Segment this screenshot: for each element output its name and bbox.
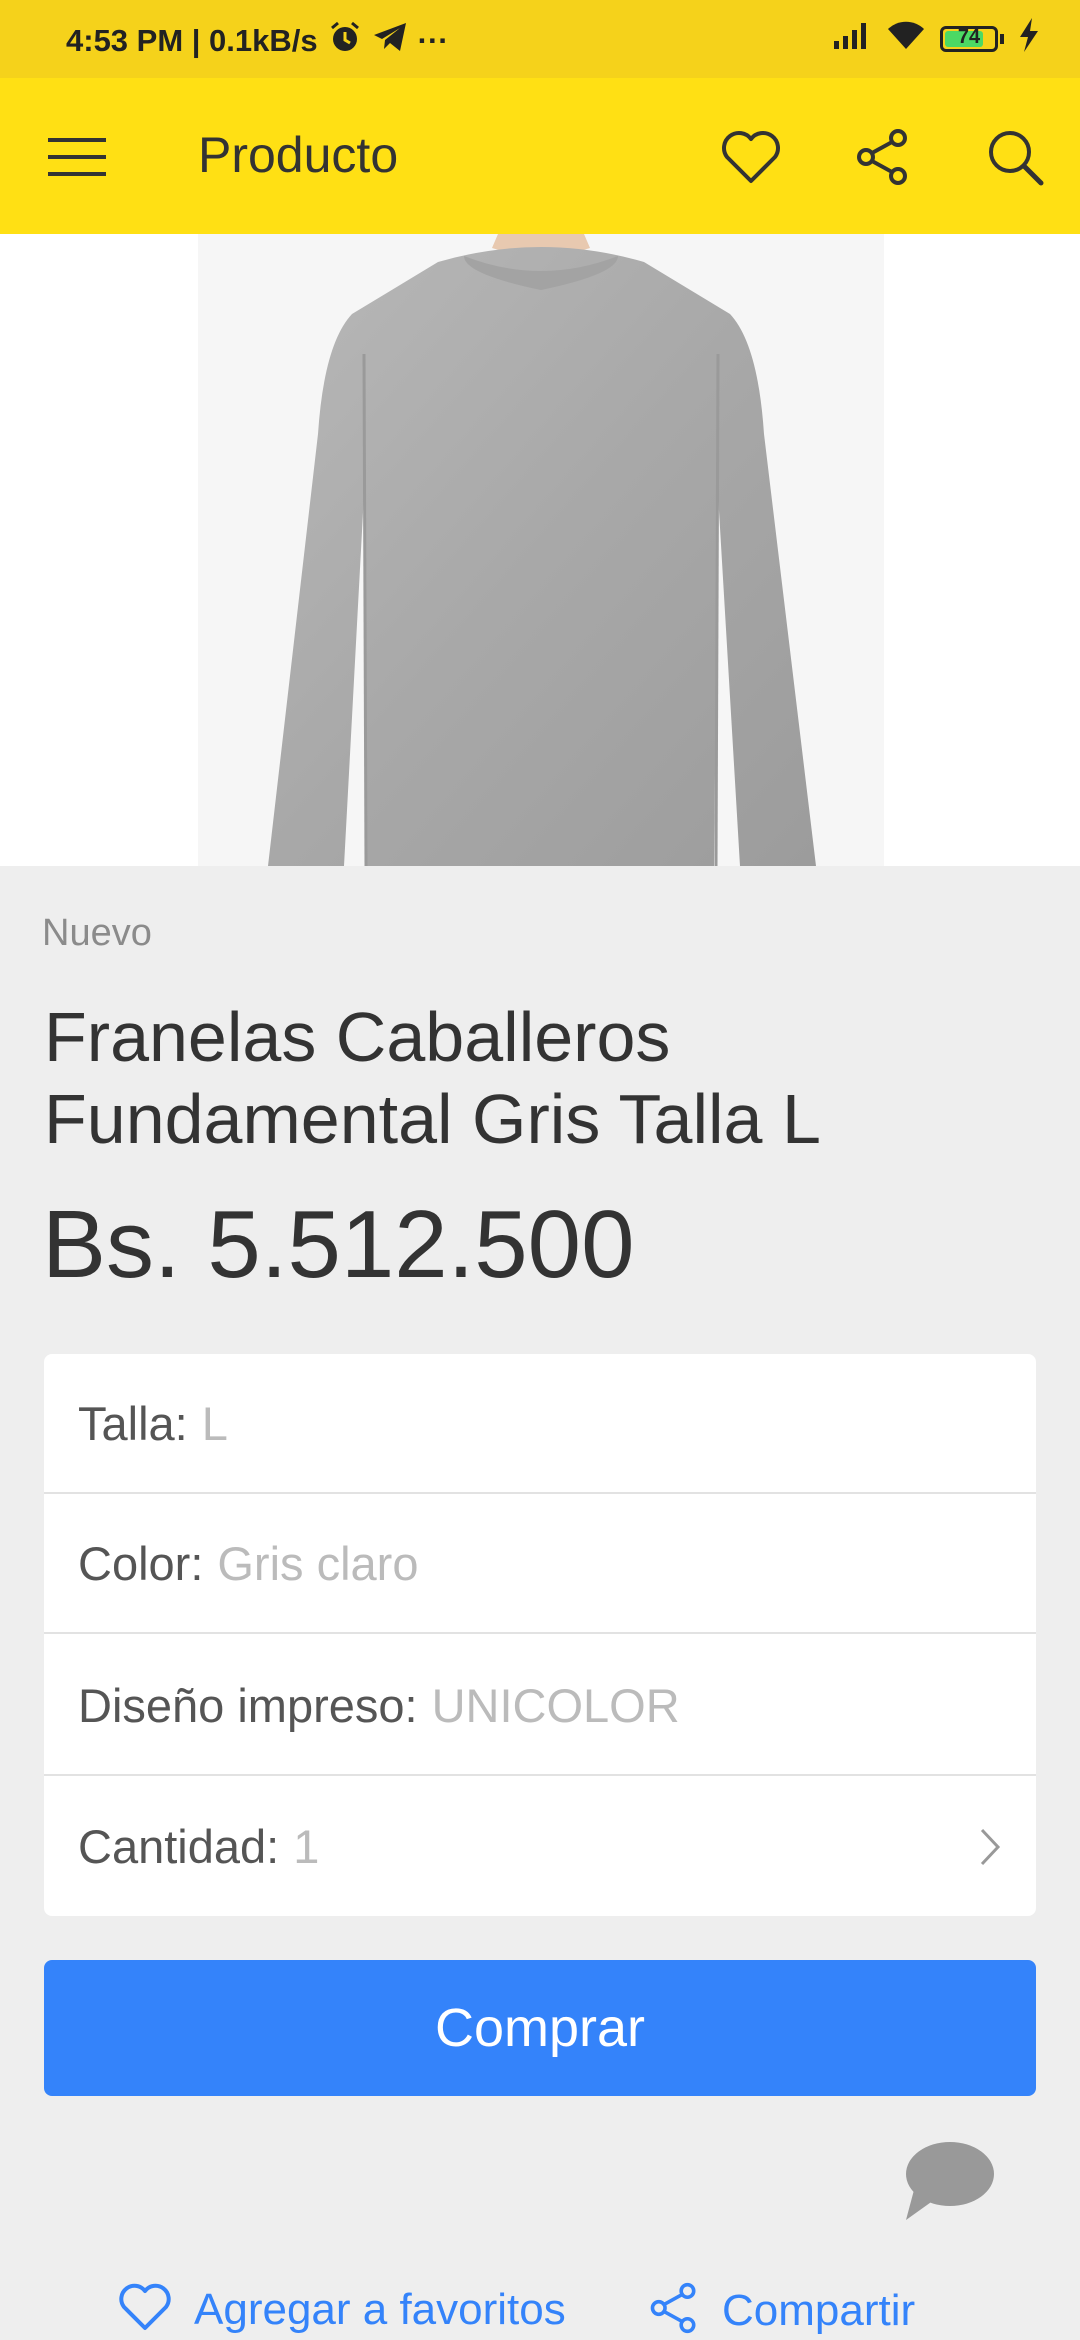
variation-value: L <box>201 1396 228 1450</box>
variation-label: Talla: <box>78 1396 188 1450</box>
share-label: Compartir <box>722 2285 916 2335</box>
share-icon <box>648 2282 700 2339</box>
add-to-favorites-link[interactable]: Agregar a favoritos <box>118 2282 566 2337</box>
wifi-icon <box>886 19 926 59</box>
chat-icon[interactable] <box>900 2138 996 2227</box>
page-title: Producto <box>198 127 399 183</box>
buy-button[interactable]: Comprar <box>44 1960 1036 2096</box>
heart-icon <box>118 2282 172 2337</box>
variation-label: Color: <box>78 1536 204 1590</box>
variation-color[interactable]: Color: Gris claro <box>44 1494 1036 1634</box>
chevron-right-icon <box>978 1824 1002 1879</box>
variation-label: Diseño impreso: <box>78 1678 418 1732</box>
variation-value: Gris claro <box>217 1536 419 1590</box>
product-image-carousel[interactable] <box>0 234 1080 866</box>
variation-print-design[interactable]: Diseño impreso: UNICOLOR <box>44 1636 1036 1776</box>
charging-icon <box>1018 18 1040 60</box>
product-variations: Talla: L Color: Gris claro Diseño impres… <box>44 1354 1036 1916</box>
signal-icon <box>832 21 872 57</box>
variation-size[interactable]: Talla: L <box>44 1354 1036 1494</box>
add-to-favorites-label: Agregar a favoritos <box>194 2284 566 2334</box>
product-condition: Nuevo <box>42 912 152 954</box>
variation-value: 1 <box>293 1819 320 1873</box>
share-icon[interactable] <box>848 122 918 192</box>
share-link[interactable]: Compartir <box>648 2282 915 2339</box>
alarm-icon <box>328 20 362 62</box>
app-toolbar: Producto <box>0 78 1080 234</box>
quantity-selector[interactable]: Cantidad: 1 <box>44 1776 1036 1916</box>
variation-value: UNICOLOR <box>431 1678 680 1732</box>
favorite-icon[interactable] <box>716 122 786 192</box>
product-photo <box>198 234 884 866</box>
status-time: 4:53 PM | 0.1kB/s <box>66 23 318 58</box>
telegram-icon <box>372 21 408 61</box>
battery-level: 74 <box>957 26 981 48</box>
product-title: Franelas Caballeros Fundamental Gris Tal… <box>44 998 821 1158</box>
search-icon[interactable] <box>980 122 1050 192</box>
product-price: Bs. 5.512.500 <box>42 1191 635 1298</box>
variation-label: Cantidad: <box>78 1819 280 1873</box>
status-bar: 4:53 PM | 0.1kB/s ··· 74 <box>0 0 1080 78</box>
more-notifications-icon: ··· <box>417 23 449 58</box>
menu-icon[interactable] <box>42 122 112 192</box>
battery-icon: 74 <box>940 26 1004 52</box>
